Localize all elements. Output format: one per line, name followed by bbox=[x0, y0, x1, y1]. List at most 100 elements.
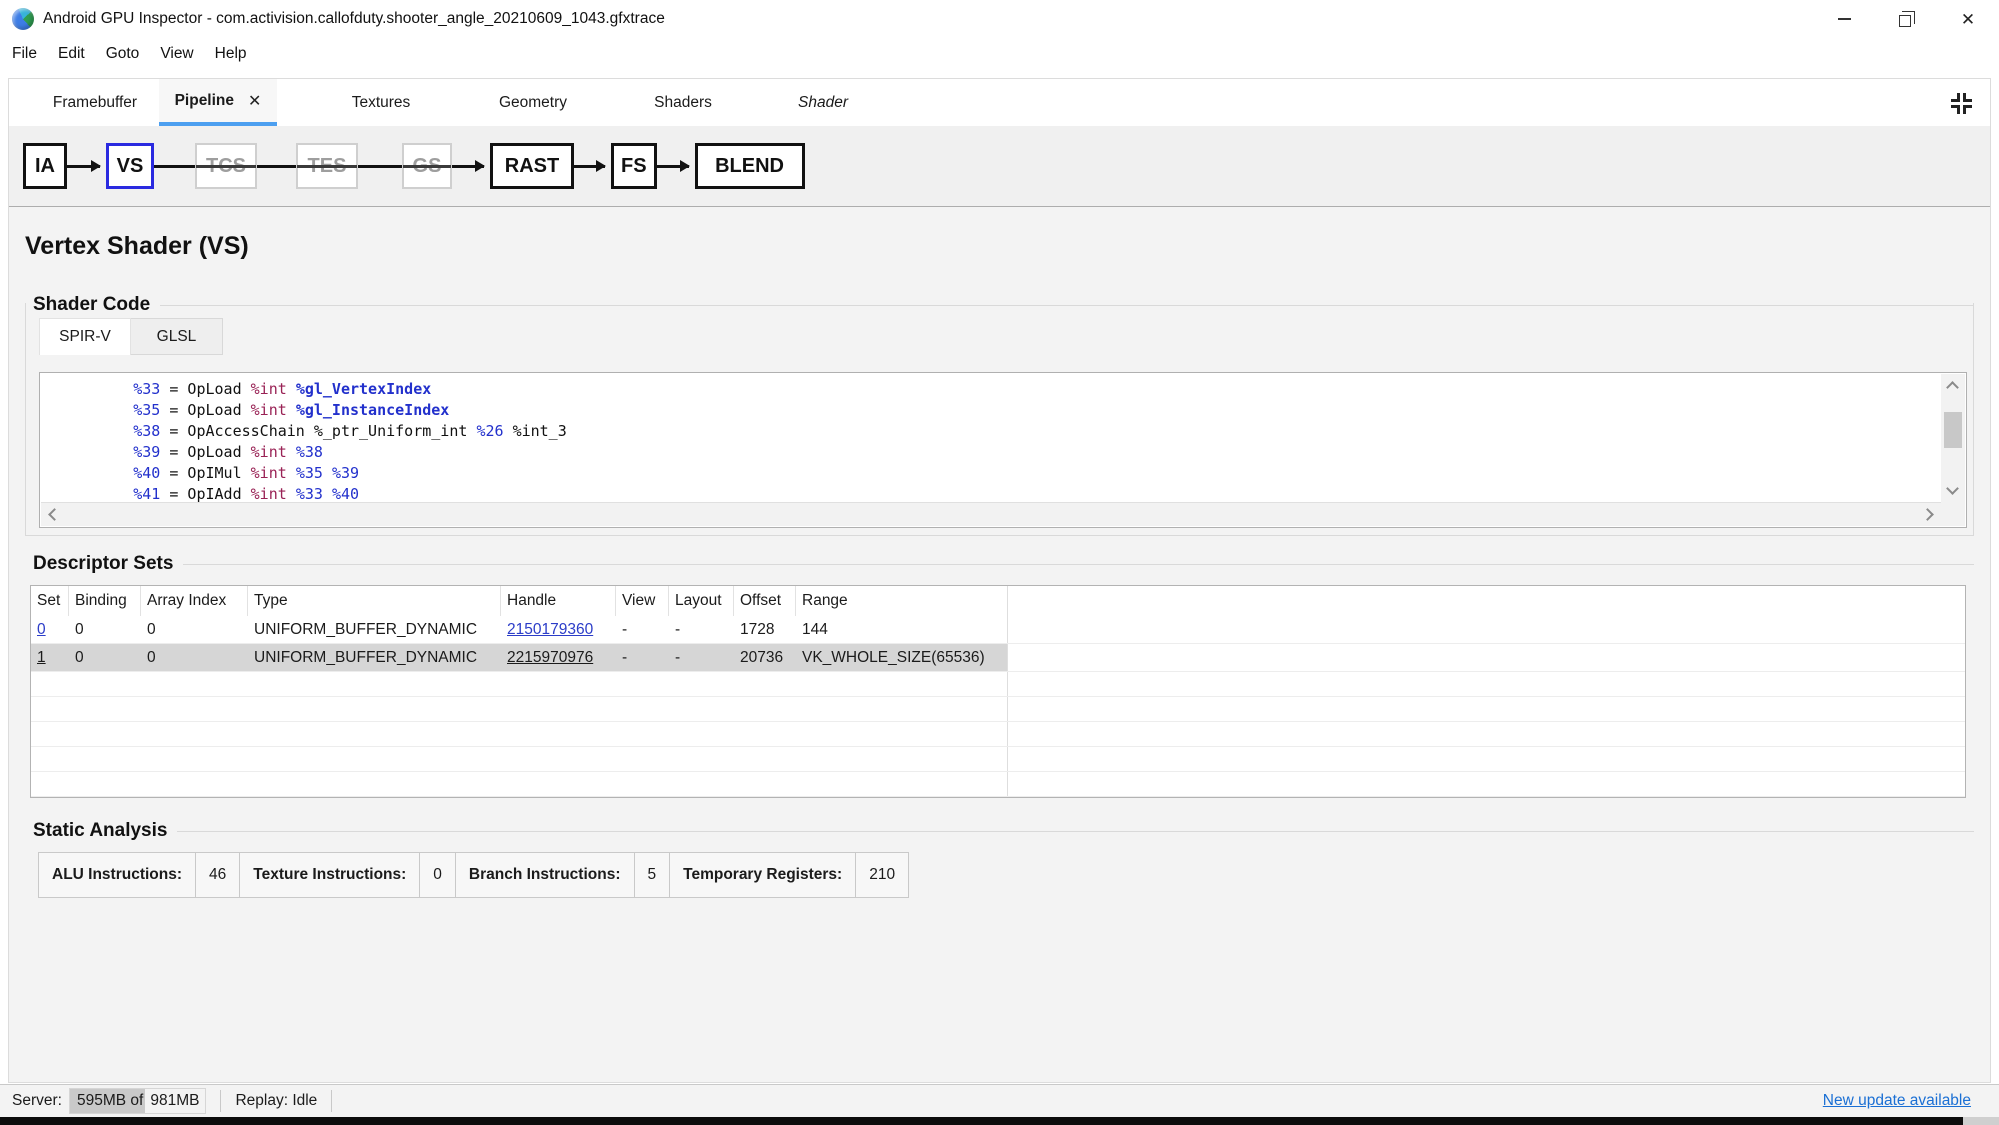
tab-bar: Framebuffer Pipeline ✕ Textures Geometry Shad… bbox=[9, 79, 1990, 126]
pipeline-stage-fs[interactable]: FS bbox=[611, 143, 657, 189]
scroll-down-icon[interactable] bbox=[1946, 482, 1959, 495]
empty-cell bbox=[734, 697, 796, 721]
code-tab-spir-v[interactable]: SPIR-V bbox=[39, 318, 131, 355]
metric-value: 46 bbox=[196, 853, 241, 897]
collapse-corner bbox=[1950, 92, 1960, 102]
horizontal-scrollbar[interactable] bbox=[41, 502, 1941, 526]
row-filler bbox=[1008, 772, 1965, 796]
scroll-left-icon[interactable] bbox=[48, 508, 61, 521]
vertical-scrollbar[interactable] bbox=[1941, 374, 1965, 502]
empty-cell bbox=[616, 722, 669, 746]
status-divider bbox=[331, 1090, 333, 1112]
column-header-handle: Handle bbox=[501, 586, 616, 616]
empty-table-row bbox=[31, 697, 1965, 722]
arrow-icon bbox=[475, 160, 485, 172]
pipeline-connector bbox=[452, 160, 485, 172]
collapse-panes-icon[interactable] bbox=[1948, 90, 1974, 116]
descriptor-sets-section-header: Descriptor Sets bbox=[25, 551, 1974, 577]
minimize-icon bbox=[1837, 18, 1851, 20]
close-button[interactable]: ✕ bbox=[1937, 0, 1999, 38]
tab-label: Geometry bbox=[498, 93, 568, 111]
pipeline-stage-vs[interactable]: VS bbox=[106, 143, 154, 189]
table-cell: VK_WHOLE_SIZE(65536) bbox=[796, 644, 1008, 671]
table-cell: 0 bbox=[141, 644, 248, 671]
pipeline-stage-rast[interactable]: RAST bbox=[490, 143, 574, 189]
empty-cell bbox=[669, 672, 734, 696]
tab-textures[interactable]: Textures bbox=[331, 79, 431, 126]
empty-cell bbox=[141, 722, 248, 746]
tab-geometry[interactable]: Geometry bbox=[477, 79, 589, 126]
static-analysis-heading: Static Analysis bbox=[33, 820, 168, 841]
empty-cell bbox=[669, 747, 734, 771]
table-link[interactable]: 1 bbox=[37, 649, 46, 667]
window-controls: ✕ bbox=[1813, 0, 1999, 38]
title-bar: Android GPU Inspector - com.activision.c… bbox=[0, 0, 1999, 38]
table-row[interactable]: 0 0 0 UNIFORM_BUFFER_DYNAMIC 2150179360 - - 172… bbox=[31, 616, 1965, 644]
column-header-range: Range bbox=[796, 586, 1008, 616]
menu-bar: File Edit Goto View Help bbox=[0, 38, 1999, 70]
empty-cell bbox=[796, 672, 1008, 696]
pipeline-stage-ia[interactable]: IA bbox=[23, 143, 67, 189]
scrollbar-thumb[interactable] bbox=[1944, 412, 1962, 448]
table-cell: 144 bbox=[796, 616, 1008, 643]
tab-shaders[interactable]: Shaders bbox=[635, 79, 731, 126]
empty-cell bbox=[669, 697, 734, 721]
update-link[interactable]: New update available bbox=[1823, 1092, 1971, 1110]
collapse-corner bbox=[1950, 104, 1960, 114]
menu-item-file[interactable]: File bbox=[4, 42, 45, 66]
scroll-up-icon[interactable] bbox=[1946, 381, 1959, 394]
code-line: %40 = OpIMul %int %35 %39 bbox=[133, 464, 360, 482]
static-analysis-section-header: Static Analysis bbox=[25, 818, 1974, 844]
metric-value: 210 bbox=[869, 866, 896, 883]
tab-label: Shader bbox=[798, 93, 848, 111]
empty-cell bbox=[141, 747, 248, 771]
table-link[interactable]: 0 bbox=[37, 621, 46, 639]
menu-item-edit[interactable]: Edit bbox=[50, 42, 93, 66]
table-cell: - bbox=[616, 644, 669, 671]
restore-button[interactable] bbox=[1875, 0, 1937, 38]
menu-item-view[interactable]: View bbox=[152, 42, 201, 66]
arrow-icon bbox=[91, 160, 101, 172]
tab-framebuffer[interactable]: Framebuffer bbox=[31, 79, 159, 126]
pipeline-stage-gs: GS bbox=[402, 143, 452, 189]
collapse-corner bbox=[1962, 92, 1972, 102]
static-analysis-metrics: ALU Instructions: 46 Texture Instructions:… bbox=[38, 852, 910, 898]
table-cell: 1 bbox=[31, 644, 69, 671]
menu-item-goto[interactable]: Goto bbox=[98, 42, 148, 66]
shader-code-panel: %33 = OpLoad %int %gl_VertexIndex %35 = … bbox=[39, 372, 1967, 528]
pipeline-stage-tcs: TCS bbox=[195, 143, 257, 189]
empty-table-row bbox=[31, 672, 1965, 697]
metric-label: Branch Instructions: bbox=[456, 853, 635, 897]
empty-cell bbox=[31, 697, 69, 721]
minimize-button[interactable] bbox=[1813, 0, 1875, 38]
collapse-corner bbox=[1962, 104, 1972, 114]
row-filler bbox=[1008, 616, 1965, 643]
table-link[interactable]: 2215970976 bbox=[507, 649, 593, 667]
code-line: %35 = OpLoad %int %gl_InstanceIndex bbox=[133, 401, 450, 419]
pipeline-connector bbox=[358, 164, 402, 168]
scroll-right-icon[interactable] bbox=[1921, 508, 1934, 521]
tab-pipeline[interactable]: Pipeline ✕ bbox=[159, 79, 277, 126]
empty-cell bbox=[141, 697, 248, 721]
empty-cell bbox=[69, 747, 141, 771]
menu-item-help[interactable]: Help bbox=[207, 42, 255, 66]
pipeline-stage-blend[interactable]: BLEND bbox=[694, 143, 805, 189]
table-cell: UNIFORM_BUFFER_DYNAMIC bbox=[254, 620, 478, 638]
table-row[interactable]: 1 0 0 UNIFORM_BUFFER_DYNAMIC 2215970976- -207… bbox=[31, 644, 1965, 672]
empty-cell bbox=[248, 722, 501, 746]
code-tab-glsl[interactable]: GLSL bbox=[131, 318, 223, 355]
table-cell: - bbox=[675, 620, 681, 638]
descriptor-sets-table: Set Binding Array Index Type Handle View Layou… bbox=[30, 585, 1966, 798]
shader-code-view[interactable]: %33 = OpLoad %int %gl_VertexIndex %35 = … bbox=[41, 374, 1941, 502]
tab-label: Shaders bbox=[654, 93, 712, 111]
tab-close-icon[interactable]: ✕ bbox=[248, 91, 261, 111]
row-filler bbox=[1008, 672, 1965, 696]
window-title: Android GPU Inspector - com.activision.c… bbox=[43, 10, 665, 27]
code-line: %41 = OpIAdd %int %33 %40 bbox=[133, 485, 360, 502]
table-cell: 0 bbox=[75, 620, 84, 638]
tab-shader[interactable]: Shader bbox=[777, 79, 869, 126]
empty-table-row bbox=[31, 772, 1965, 797]
metric-label: Texture Instructions: bbox=[240, 853, 421, 897]
table-link[interactable]: 2150179360 bbox=[507, 621, 593, 639]
metric-value: 5 bbox=[635, 853, 671, 897]
